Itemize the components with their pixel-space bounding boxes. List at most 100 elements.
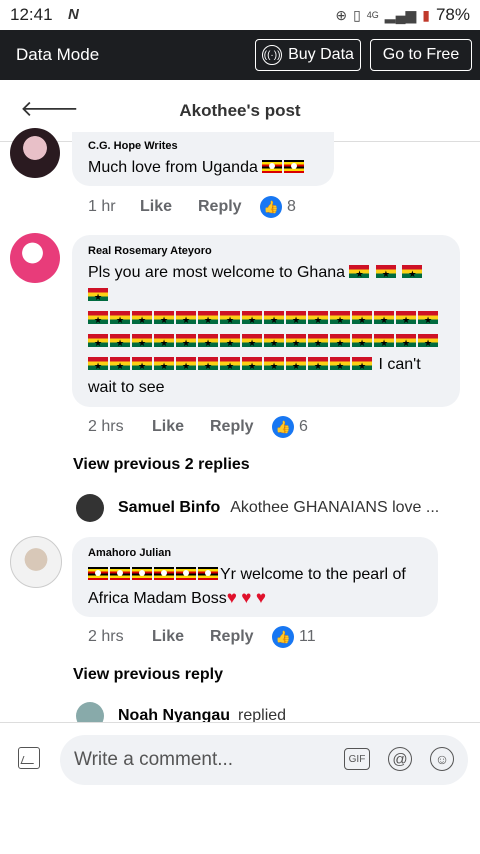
reply-button[interactable]: Reply [198,198,260,216]
heart-icon: ♥ [241,588,252,607]
reply-button[interactable]: Reply [210,418,272,436]
ghana-flag-icon [308,355,328,378]
comment-text: Yr welcome to the pearl of Africa Madam … [88,563,422,610]
view-previous-replies[interactable]: View previous 2 replies [73,456,250,474]
ghana-flag-icon [264,309,284,332]
ghana-flag-icon [132,332,152,355]
ghana-flag-icon [330,332,350,355]
ghana-flag-icon [349,263,370,286]
gif-icon[interactable]: GIF [344,748,370,770]
comment-bubble[interactable]: C.G. Hope Writes Much love from Uganda [72,132,334,186]
like-button[interactable]: Like [152,628,210,646]
ghana-flag-icon [110,355,130,378]
comment-text: Much love from Uganda [88,156,318,179]
ghana-flag-icon [220,355,240,378]
comment-bubble[interactable]: Real Rosemary Ateyoro Pls you are most w… [72,235,460,407]
flag-row [88,355,374,378]
comment-author[interactable]: Amahoro Julian [88,547,422,559]
ghana-flag-icon [88,355,108,378]
go-to-free-label: Go to Free [382,46,460,63]
reaction-count[interactable]: 6 [299,418,308,436]
comment-author[interactable]: Real Rosemary Ateyoro [88,245,444,257]
carrier-logo-icon: N [68,6,79,23]
ghana-flag-icon [352,309,372,332]
reaction-count[interactable]: 11 [299,628,316,646]
ghana-flag-icon [286,332,306,355]
photo-icon[interactable] [18,747,40,769]
ghana-flag-icon [88,286,108,309]
mention-icon[interactable]: @ [388,747,412,771]
like-button[interactable]: Like [140,198,198,216]
status-right: ⊕ ▯ 4G ▂▄▆ ▮ 78% [335,5,470,25]
buy-data-button[interactable]: ((·)) Buy Data [255,39,361,71]
comment-author[interactable]: C.G. Hope Writes [88,140,318,152]
buy-data-label: Buy Data [288,46,354,63]
ghana-flag-icon [176,355,196,378]
heart-icon: ♥ [255,588,266,607]
ghana-flag-icon [220,332,240,355]
comment-bubble[interactable]: Amahoro Julian Yr welcome to the pearl o… [72,537,438,617]
ghana-flag-icon [154,332,174,355]
flag-row [88,309,440,332]
clock: 12:41 [10,5,53,24]
reply-preview[interactable]: Samuel Binfo Akothee GHANAIANS love ... [76,494,439,522]
ghana-flag-icon [352,355,372,378]
uganda-flag-icon [284,160,305,173]
uganda-flag-icon [88,567,108,580]
emoji-icon[interactable]: ☺ [430,747,454,771]
ghana-flag-icon [154,355,174,378]
network-label: 4G [366,10,379,20]
ghana-flag-icon [375,263,396,286]
ghana-flag-icon [154,309,174,332]
reply-author: Samuel Binfo [118,499,221,516]
battery-icon: ▮ [422,6,430,23]
reply-button[interactable]: Reply [210,628,272,646]
reaction-count[interactable]: 8 [287,198,296,216]
view-previous-reply[interactable]: View previous reply [73,666,223,684]
avatar [76,494,104,522]
page-title: Akothee's post [179,101,301,120]
signal-circle-icon: ((·)) [262,45,283,65]
comment-text: Pls you are most welcome to Ghana I can'… [88,261,444,399]
comment-text-content: Pls you are most welcome to Ghana [88,264,346,281]
uganda-flag-icon [198,567,218,580]
ghana-flag-icon [132,355,152,378]
ghana-flag-icon [88,309,108,332]
ghana-flag-icon [352,332,372,355]
go-to-free-button[interactable]: Go to Free [370,39,472,71]
avatar[interactable] [10,536,62,588]
ghana-flag-icon [330,309,350,332]
signal-icon: ▂▄▆ [384,6,417,23]
ghana-flag-icon [242,355,262,378]
ghana-flag-icon [264,332,284,355]
avatar[interactable] [10,128,60,178]
uganda-flag-icon [110,567,130,580]
flag-row [88,332,440,355]
ghana-flag-icon [418,309,438,332]
data-mode-bar: Data Mode ((·)) Buy Data Go to Free [0,30,480,80]
ghana-flag-icon [176,332,196,355]
ghana-flag-icon [286,309,306,332]
ghana-flag-icon [88,332,108,355]
uganda-flag-icon [262,160,283,173]
comment-actions: 2 hrs Like Reply 👍 11 [88,626,316,648]
comment-input[interactable]: Write a comment... GIF @ ☺ [60,735,468,785]
ghana-flag-icon [198,332,218,355]
status-bar: 12:41 N ⊕ ▯ 4G ▂▄▆ ▮ 78% [0,0,480,30]
ghana-flag-icon [374,332,394,355]
battery-level: 78% [435,5,470,24]
ghana-flag-icon [402,263,423,286]
ghana-flag-icon [396,309,416,332]
ghana-flag-icon [264,355,284,378]
sync-icon: ⊕ [335,6,348,23]
like-button[interactable]: Like [152,418,210,436]
comment-placeholder: Write a comment... [74,749,234,770]
avatar[interactable] [10,233,60,283]
ghana-flag-icon [176,309,196,332]
comment-composer-bar: Write a comment... GIF @ ☺ [0,722,480,799]
ghana-flag-icon [220,309,240,332]
ghana-flag-icon [330,355,350,378]
ghana-flag-icon [308,309,328,332]
ghana-flag-icon [374,309,394,332]
data-mode-title: Data Mode [16,45,100,64]
